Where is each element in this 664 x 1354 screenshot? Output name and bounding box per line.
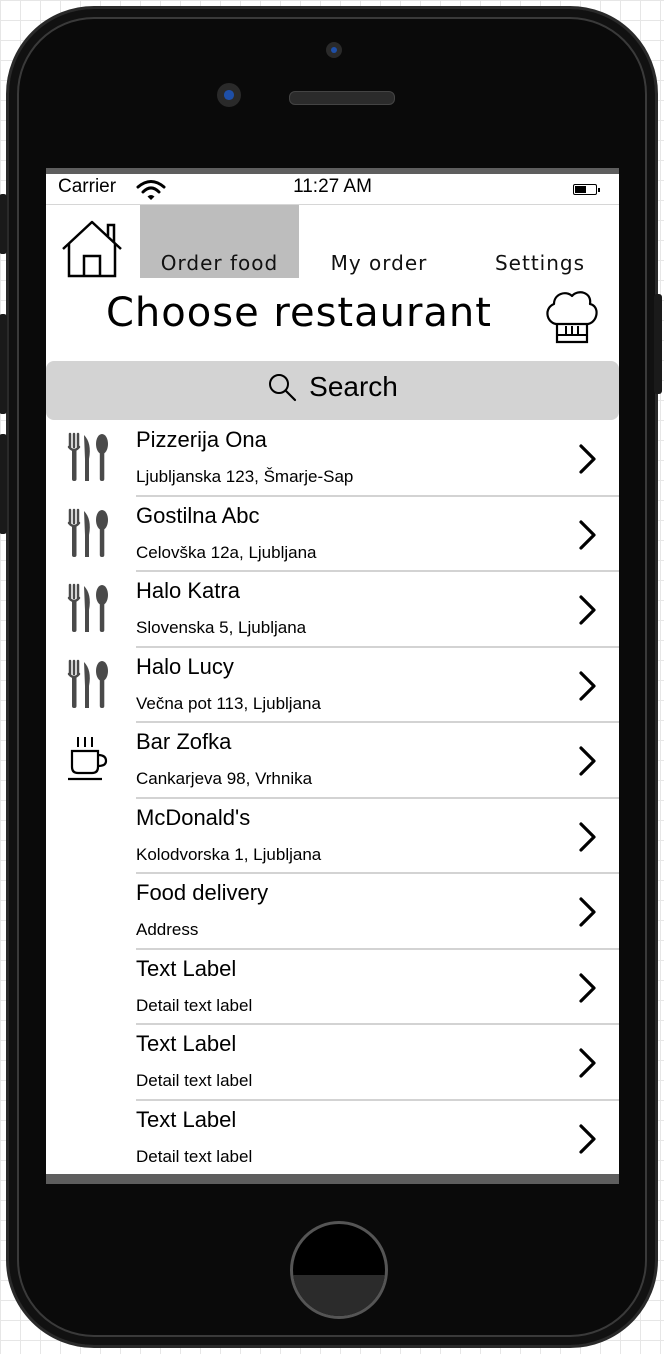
list-item-subtitle: Slovenska 5, Ljubljana <box>136 618 307 637</box>
restaurant-list: Pizzerija Ona Ljubljanska 123, Šmarje-Sap… <box>46 421 619 1176</box>
volume-down-button <box>0 434 7 534</box>
chevron-right-icon <box>576 594 600 626</box>
chevron-right-icon <box>576 972 600 1004</box>
list-item-title: Text Label <box>136 1106 237 1132</box>
page-header: Choose restaurant <box>46 278 619 360</box>
silent-switch <box>0 194 7 254</box>
proximity-sensor <box>326 42 342 58</box>
list-item[interactable]: Pizzerija Ona Ljubljanska 123, Šmarje-Sap <box>46 421 619 497</box>
list-item-subtitle: Detail text label <box>136 1071 253 1090</box>
chevron-right-icon <box>576 896 600 928</box>
list-item-title: Text Label <box>136 1031 237 1056</box>
list-item-subtitle: Celovška 12a, Ljubljana <box>136 542 317 562</box>
cutlery-icon <box>64 582 114 634</box>
list-item-title: Gostilna Abc <box>136 502 260 528</box>
list-item-subtitle: Večna pot 113, Ljubljana <box>136 693 321 713</box>
cutlery-icon <box>64 507 114 559</box>
volume-up-button <box>0 314 7 414</box>
list-item[interactable]: Bar Zofka Cankarjeva 98, Vrhnika <box>46 723 619 799</box>
list-item[interactable]: Halo Lucy Večna pot 113, Ljubljana <box>46 648 619 723</box>
search-label: Search <box>309 371 398 402</box>
home-icon[interactable] <box>60 217 124 279</box>
list-item[interactable]: Text Label Detail text label <box>46 950 619 1025</box>
list-item[interactable]: Food delivery Address <box>46 874 619 950</box>
status-bar: Carrier 11:27 AM <box>46 174 619 204</box>
tab-my-order[interactable]: My order <box>312 205 446 279</box>
app-screen: Carrier 11:27 AM Order food My order Set… <box>46 168 619 1184</box>
search-icon <box>269 374 297 402</box>
earpiece-speaker <box>289 91 395 105</box>
list-item-title: McDonald's <box>136 804 251 830</box>
tab-my-order-label: My order <box>330 251 428 275</box>
list-item-subtitle: Detail text label <box>136 995 253 1015</box>
chevron-right-icon <box>576 1123 600 1155</box>
list-item-subtitle: Address <box>136 920 199 939</box>
chevron-right-icon <box>576 745 600 777</box>
list-item[interactable]: McDonald's Kolodvorska 1, Ljubljana <box>46 799 619 874</box>
tab-order-food[interactable]: Order food <box>140 205 299 279</box>
chevron-right-icon <box>576 670 600 702</box>
chevron-right-icon <box>576 443 600 475</box>
tab-order-food-label: Order food <box>160 251 279 275</box>
list-item[interactable]: Halo Katra Slovenska 5, Ljubljana <box>46 572 619 648</box>
power-button <box>654 294 662 394</box>
list-item-subtitle: Ljubljanska 123, Šmarje-Sap <box>136 467 354 486</box>
list-item-title: Text Label <box>136 955 237 981</box>
chef-hat-icon <box>546 291 598 344</box>
list-item-subtitle: Kolodvorska 1, Ljubljana <box>136 844 322 864</box>
list-item-subtitle: Cankarjeva 98, Vrhnika <box>136 769 313 788</box>
list-item-title: Halo Katra <box>136 578 240 603</box>
tab-settings[interactable]: Settings <box>476 205 604 279</box>
tab-settings-label: Settings <box>494 251 586 275</box>
list-item-title: Pizzerija Ona <box>136 427 267 452</box>
screen-bottom-border <box>46 1174 619 1184</box>
chevron-right-icon <box>576 821 600 853</box>
list-item-title: Food delivery <box>136 880 269 905</box>
battery-icon <box>573 184 600 195</box>
list-item-title: Bar Zofka <box>136 729 232 754</box>
front-camera <box>217 83 241 107</box>
coffee-cup-icon <box>64 733 114 785</box>
home-button[interactable] <box>290 1221 388 1319</box>
list-item-subtitle: Detail text label <box>136 1146 253 1166</box>
cutlery-icon <box>64 431 114 483</box>
page-title: Choose restaurant <box>106 290 492 336</box>
top-nav: Order food My order Settings <box>46 204 619 279</box>
search-bar[interactable]: Search <box>46 361 619 420</box>
list-item[interactable]: Text Label Detail text label <box>46 1101 619 1176</box>
cutlery-icon <box>64 658 114 710</box>
chevron-right-icon <box>576 1047 600 1079</box>
status-time: 11:27 AM <box>293 176 372 197</box>
list-item[interactable]: Gostilna Abc Celovška 12a, Ljubljana <box>46 497 619 572</box>
list-item[interactable]: Text Label Detail text label <box>46 1025 619 1101</box>
chevron-right-icon <box>576 519 600 551</box>
list-item-title: Halo Lucy <box>136 653 234 679</box>
